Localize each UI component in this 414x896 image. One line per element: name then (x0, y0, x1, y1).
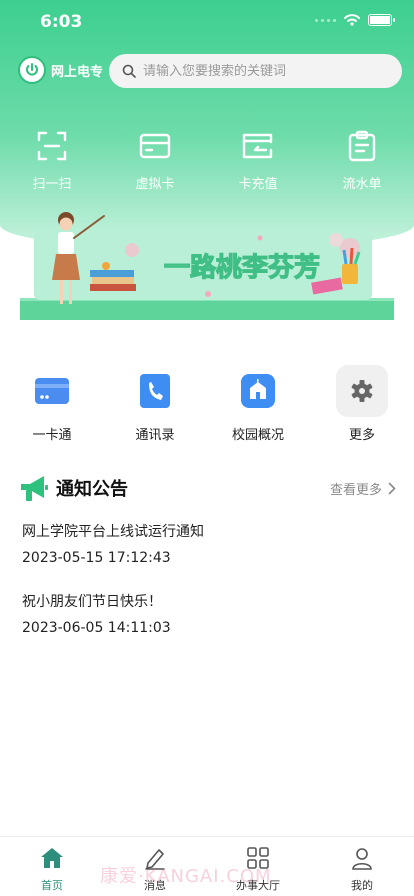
service-label: 更多 (348, 428, 375, 443)
brand: 网上电专 (18, 56, 103, 84)
quick-action-label: 扫一扫 (32, 177, 72, 192)
notice-item-date: 2023-06-05 14:11:03 (22, 620, 171, 636)
signal-icon (315, 18, 336, 22)
notice-list: 网上学院平台上线试运行通知 2023-05-15 17:12:43 祝小朋友们节… (22, 522, 392, 662)
clipboard-icon (344, 128, 380, 164)
services-grid: 一卡通 通讯录 校园概况 更多 (0, 365, 414, 445)
recharge-icon (240, 128, 276, 164)
quick-action-label: 卡充值 (238, 177, 278, 192)
tab-home[interactable]: 首页 (12, 845, 92, 893)
status-icons (315, 14, 395, 26)
campus-card-icon (26, 365, 78, 417)
status-time: 6:03 (40, 12, 83, 32)
home-icon (39, 845, 65, 871)
watermark: 康爱·KANGAI.COM (100, 866, 272, 887)
battery-icon (368, 14, 395, 26)
quick-actions: 扫一扫 虚拟卡 卡充值 流水单 (0, 128, 414, 198)
service-contacts[interactable]: 通讯录 (115, 365, 195, 443)
service-label: 通讯录 (135, 428, 175, 443)
service-campus-card[interactable]: 一卡通 (12, 365, 92, 443)
quick-action-recharge[interactable]: 卡充值 (218, 128, 298, 192)
quick-action-statement[interactable]: 流水单 (322, 128, 402, 192)
status-bar: 6:03 (0, 0, 414, 44)
quick-action-virtual-card[interactable]: 虚拟卡 (115, 128, 195, 192)
notice-item-title: 祝小朋友们节日快乐！ (22, 594, 162, 610)
tab-label: 首页 (41, 879, 63, 892)
view-more-link[interactable]: 查看更多 (330, 479, 396, 498)
notice-item-date: 2023-05-15 17:12:43 (22, 550, 171, 566)
tab-label: 我的 (351, 879, 373, 892)
notice-item-title: 网上学院平台上线试运行通知 (22, 524, 204, 540)
tab-profile[interactable]: 我的 (322, 845, 402, 893)
banner[interactable]: 一路桃李芬芳 (20, 208, 394, 320)
card-icon (137, 128, 173, 164)
megaphone-icon (21, 476, 48, 501)
view-more-label: 查看更多 (329, 482, 382, 498)
phone-book-icon (129, 365, 181, 417)
search-icon (122, 64, 136, 78)
notice-item[interactable]: 祝小朋友们节日快乐！ 2023-06-05 14:11:03 (22, 592, 392, 662)
search-input[interactable] (143, 63, 383, 79)
notice-item[interactable]: 网上学院平台上线试运行通知 2023-05-15 17:12:43 (22, 522, 392, 592)
service-more[interactable]: 更多 (322, 365, 402, 443)
service-label: 一卡通 (32, 428, 72, 443)
search-bar[interactable] (109, 54, 402, 88)
quick-action-label: 虚拟卡 (135, 177, 175, 192)
user-icon (349, 845, 375, 871)
scan-icon (34, 128, 70, 164)
brand-name: 网上电专 (51, 64, 104, 80)
school-logo-icon (18, 56, 46, 84)
school-icon (232, 365, 284, 417)
quick-action-label: 流水单 (342, 177, 382, 192)
notice-header: 通知公告 查看更多 (18, 472, 396, 504)
notice-title: 通知公告 (56, 479, 128, 500)
gear-icon (336, 365, 388, 417)
wifi-icon (344, 14, 360, 26)
quick-action-scan[interactable]: 扫一扫 (12, 128, 92, 192)
banner-text: 一路桃李芬芳 (164, 252, 320, 283)
chevron-right-icon (388, 482, 396, 494)
service-label: 校园概况 (231, 428, 284, 443)
service-campus-overview[interactable]: 校园概况 (218, 365, 298, 443)
